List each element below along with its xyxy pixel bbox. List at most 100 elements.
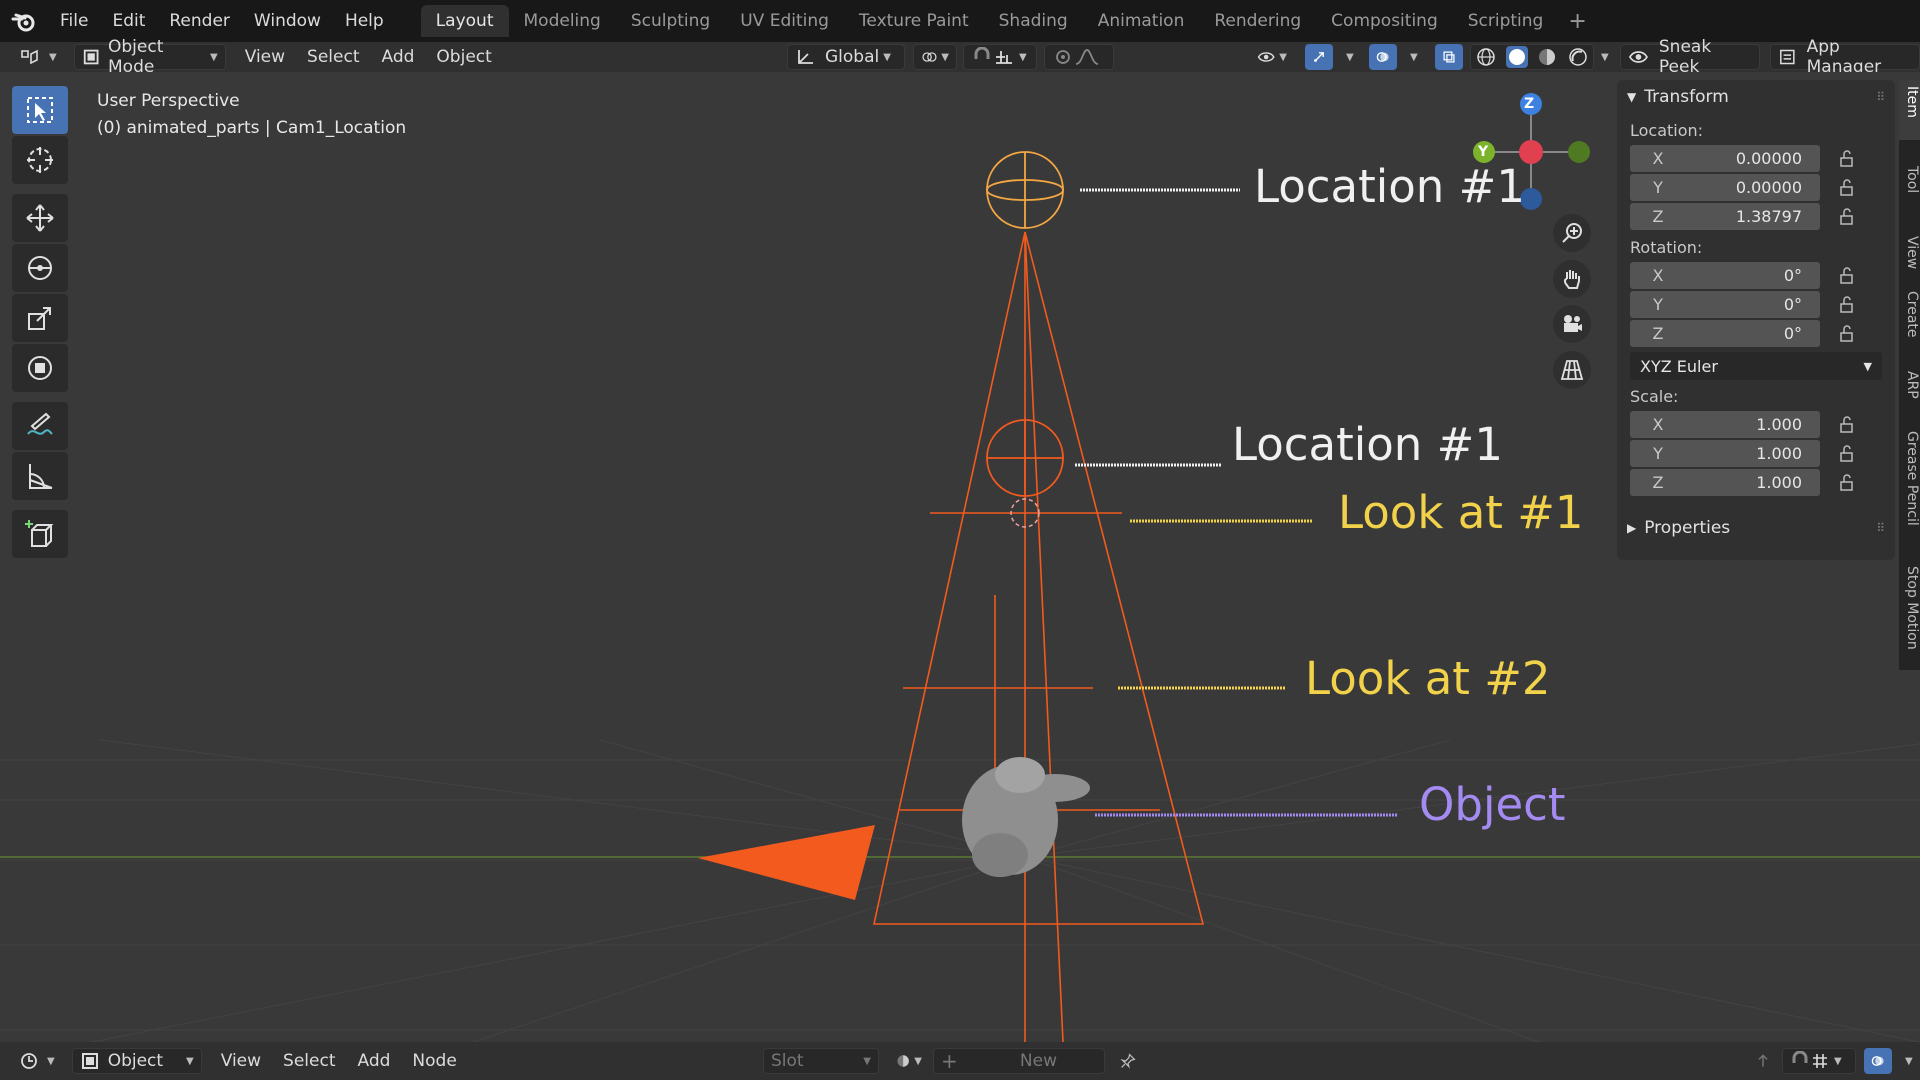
drag-handle-icon[interactable]: ⠿ [1876, 521, 1885, 535]
tab-scripting[interactable]: Scripting [1453, 5, 1559, 37]
side-tab-view[interactable]: View [1899, 230, 1920, 290]
unlock-icon[interactable] [1836, 472, 1858, 494]
menu-render[interactable]: Render [157, 6, 242, 36]
add-workspace-button[interactable]: + [1558, 9, 1596, 34]
header-menu-object[interactable]: Object [429, 44, 498, 70]
location-z-field[interactable]: Z 1.38797 [1630, 203, 1820, 230]
parent-node-button[interactable] [1748, 1048, 1778, 1074]
tab-compositing[interactable]: Compositing [1316, 5, 1453, 37]
tab-animation[interactable]: Animation [1083, 5, 1200, 37]
bottom-overlays-toggle[interactable] [1864, 1048, 1892, 1074]
bottom-menu-add[interactable]: Add [351, 1048, 398, 1074]
scale-x-field[interactable]: X 1.000 [1630, 411, 1820, 438]
bottom-menu-view[interactable]: View [214, 1048, 268, 1074]
perspective-toggle-button[interactable] [1553, 351, 1591, 389]
measure-tool[interactable] [12, 452, 68, 500]
mode-dropdown[interactable]: Object Mode ▼ [73, 37, 226, 77]
tab-layout[interactable]: Layout [420, 5, 509, 37]
unlock-icon[interactable] [1836, 206, 1858, 228]
menu-edit[interactable]: Edit [100, 6, 157, 36]
slot-dropdown[interactable]: Slot ▼ [763, 1048, 879, 1074]
tab-rendering[interactable]: Rendering [1199, 5, 1316, 37]
unlock-icon[interactable] [1836, 294, 1858, 316]
pin-button[interactable] [1113, 1048, 1143, 1074]
blender-logo-icon[interactable] [0, 0, 48, 42]
move-tool[interactable] [12, 194, 68, 242]
zoom-button[interactable] [1553, 214, 1591, 252]
gizmo-z-label[interactable]: Z [1524, 96, 1534, 112]
gizmo-toggle[interactable] [1305, 44, 1333, 70]
annotate-tool[interactable] [12, 402, 68, 450]
header-menu-add[interactable]: Add [375, 44, 422, 70]
unlock-icon[interactable] [1836, 443, 1858, 465]
shading-dropdown[interactable]: ▼ [1590, 44, 1614, 70]
bottom-overlays-dropdown[interactable]: ▼ [1894, 1048, 1918, 1074]
gizmo-dropdown[interactable]: ▼ [1335, 44, 1359, 70]
side-tab-item[interactable]: Item [1899, 80, 1920, 140]
side-tab-stop-motion[interactable]: Stop Motion [1899, 560, 1920, 670]
overlays-dropdown[interactable]: ▼ [1399, 44, 1423, 70]
tab-sculpting[interactable]: Sculpting [616, 5, 725, 37]
rotation-x-field[interactable]: X 0° [1630, 262, 1820, 289]
editor-type-button[interactable]: ▼ [12, 44, 64, 70]
solid-shading-icon[interactable] [1505, 46, 1528, 68]
transform-panel-header[interactable]: ▼ Transform ⠿ [1617, 80, 1895, 114]
menu-help[interactable]: Help [333, 6, 396, 36]
gizmo-y-label[interactable]: Y [1478, 144, 1488, 160]
tab-texture-paint[interactable]: Texture Paint [844, 5, 984, 37]
xray-toggle[interactable] [1435, 44, 1463, 70]
scale-z-field[interactable]: Z 1.000 [1630, 469, 1820, 496]
camera-view-button[interactable] [1553, 305, 1591, 343]
side-tab-grease-pencil[interactable]: Grease Pencil [1899, 425, 1920, 545]
proportional-editing-controls[interactable] [1044, 44, 1114, 70]
scale-tool[interactable] [12, 294, 68, 342]
tab-uv-editing[interactable]: UV Editing [725, 5, 844, 37]
tab-shading[interactable]: Shading [984, 5, 1083, 37]
location-x-field[interactable]: X 0.00000 [1630, 145, 1820, 172]
sneak-peek-button[interactable]: Sneak Peek [1620, 37, 1760, 77]
wireframe-shading-icon[interactable] [1475, 46, 1497, 68]
orientation-dropdown[interactable]: Global ▼ [787, 44, 905, 70]
snapping-controls[interactable]: ▼ [963, 44, 1037, 70]
unlock-icon[interactable] [1836, 414, 1858, 436]
new-material-button[interactable]: + New [933, 1048, 1105, 1074]
unlock-icon[interactable] [1836, 265, 1858, 287]
header-menu-view[interactable]: View [238, 44, 292, 70]
header-menu-select[interactable]: Select [300, 44, 366, 70]
rotation-z-field[interactable]: Z 0° [1630, 320, 1820, 347]
rotation-mode-dropdown[interactable]: XYZ Euler ▼ [1630, 352, 1882, 380]
rendered-shading-icon[interactable] [1567, 46, 1589, 68]
properties-panel-header[interactable]: ▶ Properties ⠿ [1617, 511, 1895, 545]
menu-file[interactable]: File [48, 6, 100, 36]
tab-modeling[interactable]: Modeling [509, 5, 616, 37]
rotation-y-field[interactable]: Y 0° [1630, 291, 1820, 318]
pan-button[interactable] [1553, 260, 1591, 298]
bottom-mode-dropdown[interactable]: Object ▼ [71, 1048, 202, 1074]
add-cube-tool[interactable] [12, 510, 68, 558]
cursor-tool[interactable] [12, 136, 68, 184]
unlock-icon[interactable] [1836, 177, 1858, 199]
rotate-tool[interactable] [12, 244, 68, 292]
bottom-editor-type-button[interactable]: ▼ [12, 1048, 62, 1074]
app-manager-button[interactable]: App Manager [1770, 37, 1920, 77]
overlays-toggle[interactable] [1369, 44, 1397, 70]
visibility-dropdown[interactable]: ▼ [1250, 44, 1294, 70]
3d-viewport[interactable]: User Perspective (0) animated_parts | Ca… [0, 72, 1920, 1042]
side-tab-arp[interactable]: ARP [1899, 365, 1920, 410]
node-snapping-controls[interactable]: ▼ [1782, 1048, 1856, 1074]
bottom-menu-node[interactable]: Node [405, 1048, 463, 1074]
side-tab-tool[interactable]: Tool [1899, 160, 1920, 220]
location-y-field[interactable]: Y 0.00000 [1630, 174, 1820, 201]
material-shading-icon[interactable] [1536, 46, 1558, 68]
menu-window[interactable]: Window [242, 6, 333, 36]
drag-handle-icon[interactable]: ⠿ [1876, 90, 1885, 104]
transform-tool[interactable] [12, 344, 68, 392]
pivot-point-dropdown[interactable]: ▼ [913, 44, 957, 70]
scale-y-field[interactable]: Y 1.000 [1630, 440, 1820, 467]
bottom-menu-select[interactable]: Select [276, 1048, 342, 1074]
select-box-tool[interactable] [12, 86, 68, 134]
unlock-icon[interactable] [1836, 323, 1858, 345]
unlock-icon[interactable] [1836, 148, 1858, 170]
material-browse-button[interactable]: ▼ [889, 1048, 929, 1074]
side-tab-create[interactable]: Create [1899, 285, 1920, 360]
